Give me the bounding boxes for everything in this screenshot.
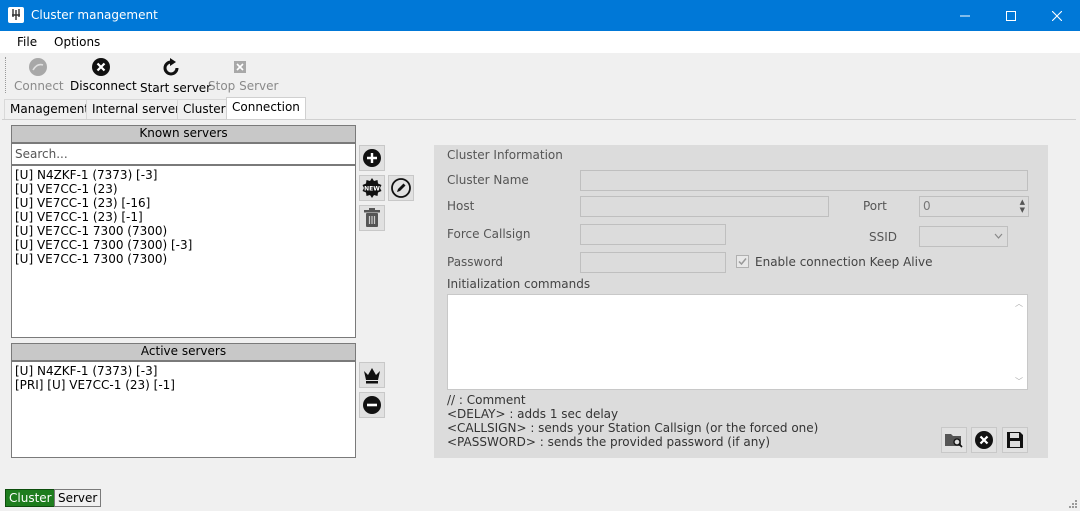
- init-commands-textarea[interactable]: ︿ ﹀: [447, 294, 1028, 390]
- edit-server-button[interactable]: [388, 175, 414, 201]
- new-server-button[interactable]: NEW: [359, 175, 385, 201]
- list-item[interactable]: [U] N4ZKF-1 (7373) [-3]: [15, 364, 352, 378]
- cluster-name-label: Cluster Name: [447, 173, 529, 187]
- group-title: Cluster Information: [447, 148, 563, 162]
- add-server-button[interactable]: [359, 145, 385, 171]
- save-button[interactable]: [1002, 427, 1028, 453]
- port-spinbox[interactable]: 0 ▲ ▼: [919, 196, 1029, 217]
- connect-label: Connect: [14, 79, 64, 93]
- edit-icon: [391, 178, 411, 198]
- help-comment: // : Comment: [447, 393, 526, 407]
- help-delay: <DELAY> : adds 1 sec delay: [447, 407, 619, 421]
- keep-alive-label: Enable connection Keep Alive: [755, 255, 933, 269]
- disconnect-button[interactable]: Disconnect: [70, 57, 137, 93]
- delete-server-button[interactable]: [359, 205, 385, 231]
- active-servers-list[interactable]: [U] N4ZKF-1 (7373) [-3] [PRI] [U] VE7CC-…: [11, 361, 356, 458]
- tab-internal-server[interactable]: Internal server: [86, 99, 187, 119]
- set-primary-button[interactable]: [359, 362, 385, 388]
- tab-management[interactable]: Management: [4, 99, 96, 119]
- checkmark-icon: [738, 258, 747, 266]
- host-label: Host: [447, 199, 475, 213]
- minus-icon: [363, 396, 381, 414]
- stop-server-button[interactable]: Stop Server: [208, 57, 279, 93]
- connect-button[interactable]: Connect: [14, 57, 64, 93]
- list-item[interactable]: [U] VE7CC-1 (23): [15, 182, 352, 196]
- window-title: Cluster management: [31, 8, 158, 22]
- start-server-label: Start server: [140, 81, 212, 95]
- menu-bar: File Options: [0, 31, 1080, 53]
- known-servers-list[interactable]: [U] N4ZKF-1 (7373) [-3] [U] VE7CC-1 (23)…: [11, 165, 356, 338]
- list-item[interactable]: [U] VE7CC-1 7300 (7300): [15, 224, 352, 238]
- status-bar: Cluster Server: [0, 487, 1080, 511]
- known-servers-header: Known servers: [11, 125, 356, 143]
- browse-file-button[interactable]: [941, 427, 967, 453]
- remove-active-button[interactable]: [359, 392, 385, 418]
- ssid-label: SSID: [869, 230, 898, 244]
- close-circle-icon: [975, 431, 993, 449]
- tab-connection[interactable]: Connection: [226, 97, 306, 119]
- maximize-button[interactable]: [988, 0, 1034, 31]
- close-window-button[interactable]: [1034, 0, 1080, 31]
- resize-grip-icon[interactable]: [1067, 498, 1077, 508]
- list-item[interactable]: [U] VE7CC-1 (23) [-1]: [15, 210, 352, 224]
- scroll-up-icon[interactable]: ︿: [1015, 298, 1023, 309]
- port-label: Port: [863, 199, 887, 213]
- plus-icon: [363, 149, 381, 167]
- force-callsign-label: Force Callsign: [447, 227, 531, 241]
- clear-button[interactable]: [971, 427, 997, 453]
- trash-icon: [364, 208, 380, 227]
- list-item[interactable]: [U] N4ZKF-1 (7373) [-3]: [15, 168, 352, 182]
- help-password: <PASSWORD> : sends the provided password…: [447, 435, 771, 449]
- start-server-button[interactable]: Start server: [140, 57, 212, 95]
- list-item[interactable]: [U] VE7CC-1 7300 (7300) [-3]: [15, 238, 352, 252]
- stop-server-label: Stop Server: [208, 79, 279, 93]
- list-item[interactable]: [U] VE7CC-1 7300 (7300): [15, 252, 352, 266]
- new-badge-icon: NEW: [362, 178, 382, 198]
- list-item[interactable]: [U] VE7CC-1 (23) [-16]: [15, 196, 352, 210]
- spin-arrows-icon[interactable]: ▲ ▼: [1020, 198, 1025, 214]
- active-servers-header: Active servers: [11, 343, 356, 361]
- password-label: Password: [447, 255, 504, 269]
- port-value: 0: [923, 199, 931, 213]
- help-callsign: <CALLSIGN> : sends your Station Callsign…: [447, 421, 819, 435]
- folder-search-icon: [945, 434, 963, 448]
- list-item[interactable]: [PRI] [U] VE7CC-1 (23) [-1]: [15, 378, 352, 392]
- svg-text:NEW: NEW: [364, 186, 380, 193]
- host-field[interactable]: [580, 196, 829, 217]
- toolbar-grip: [5, 57, 7, 93]
- init-commands-label: Initialization commands: [447, 277, 591, 291]
- ssid-select[interactable]: [919, 226, 1008, 247]
- menu-file[interactable]: File: [17, 35, 37, 49]
- connect-icon: [29, 58, 47, 76]
- app-icon: [8, 7, 24, 23]
- crown-icon: [364, 368, 380, 384]
- chevron-down-icon: [994, 233, 1003, 239]
- force-callsign-field[interactable]: [580, 224, 726, 245]
- disconnect-icon: [92, 58, 110, 76]
- cluster-name-field[interactable]: [580, 170, 1028, 191]
- status-server[interactable]: Server: [54, 489, 102, 507]
- save-disk-icon: [1007, 432, 1023, 448]
- minimize-button[interactable]: [942, 0, 988, 31]
- toolbar: Connect Disconnect Start server Stop Ser…: [0, 53, 1080, 97]
- tab-bar: Management Internal server Cluster Conne…: [0, 97, 1080, 119]
- keep-alive-checkbox[interactable]: [736, 255, 749, 268]
- title-bar: Cluster management: [0, 0, 1080, 31]
- scroll-down-icon[interactable]: ﹀: [1015, 376, 1023, 387]
- refresh-icon: [163, 58, 179, 76]
- search-input[interactable]: [11, 143, 356, 165]
- tab-cluster[interactable]: Cluster: [177, 99, 232, 119]
- menu-options[interactable]: Options: [54, 35, 100, 49]
- stop-icon: [234, 61, 246, 73]
- status-cluster[interactable]: Cluster: [5, 489, 56, 507]
- password-field[interactable]: [580, 252, 726, 273]
- disconnect-label: Disconnect: [70, 79, 137, 93]
- cluster-information-group: Cluster Information Cluster Name Host Po…: [434, 145, 1048, 458]
